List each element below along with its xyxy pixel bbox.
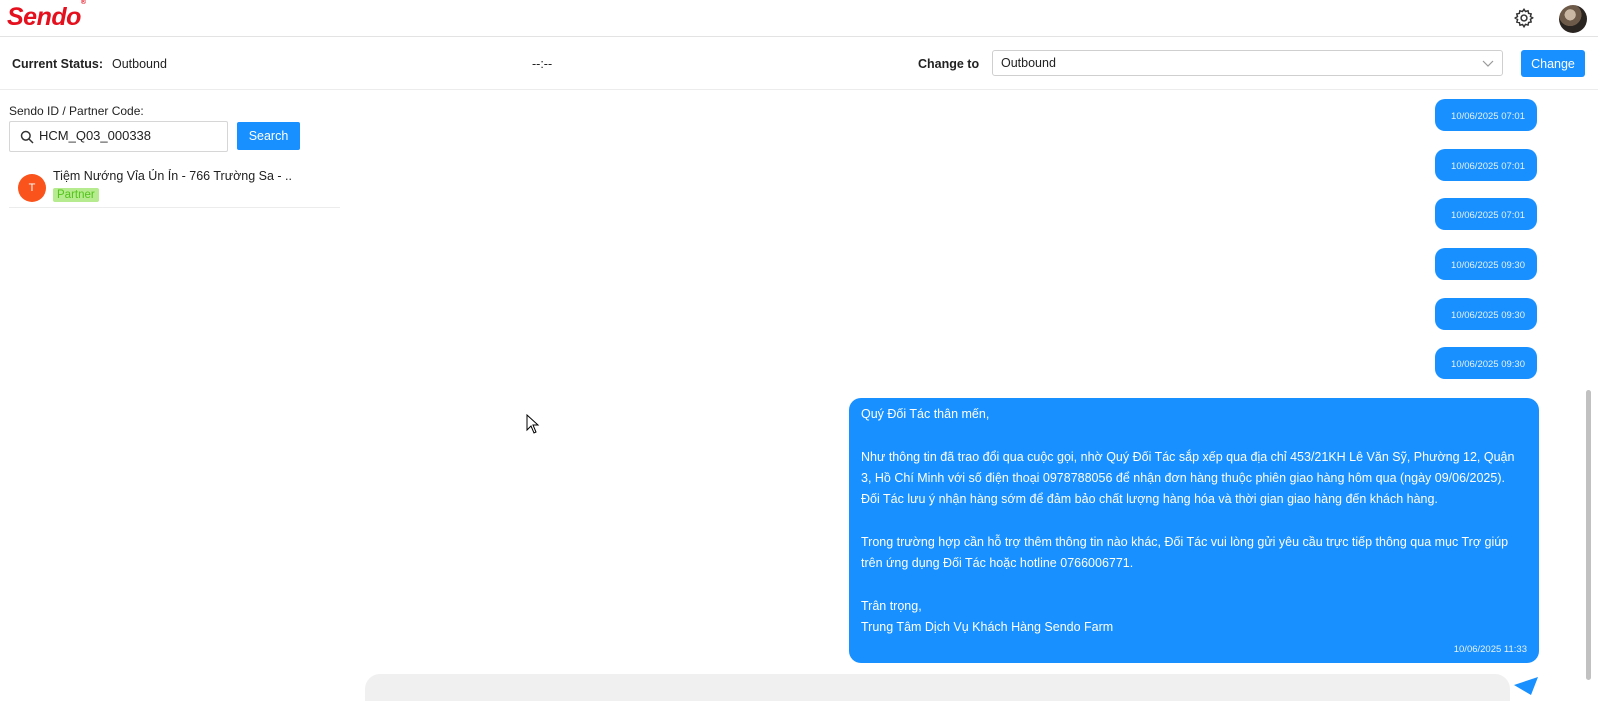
change-to-label: Change to [918,57,980,71]
user-avatar[interactable] [1559,5,1587,33]
message-bubble: 10/06/2025 07:01 [1435,198,1537,230]
message-timestamp: 10/06/2025 09:30 [1451,260,1525,271]
partner-result-item[interactable]: T Tiệm Nướng Vỉa Ủn Ỉn - 766 Trường Sa -… [9,164,340,208]
search-panel: Sendo ID / Partner Code: Search T Tiệm N… [0,90,340,701]
top-bar: Sendo® [0,0,1598,37]
call-timer: --:-- [532,57,553,71]
message-bubble: 10/06/2025 09:30 [1435,347,1537,379]
message-line: trên ứng dụng Đối Tác hoặc hotline 07660… [861,556,1134,570]
mouse-cursor-icon [526,414,540,434]
status-select-value: Outbound [1001,56,1056,70]
message-line: Trân trọng, [861,599,922,613]
message-input[interactable] [365,674,1510,701]
search-input[interactable] [39,128,219,143]
message-timestamp: 10/06/2025 11:33 [1453,644,1527,655]
message-line: Quý Đối Tác thân mến, [861,407,990,421]
chat-scrollbar[interactable] [1586,390,1591,680]
message-timestamp: 10/06/2025 07:01 [1451,111,1525,122]
partner-tag: Partner [53,188,99,202]
search-field[interactable] [9,121,228,152]
gear-icon[interactable] [1513,7,1535,29]
message-line: Trong trường hợp cần hỗ trợ thêm thông t… [861,535,1509,549]
message-timestamp: 10/06/2025 07:01 [1451,210,1525,221]
chevron-down-icon [1482,60,1494,67]
message-line: Đối Tác lưu ý nhận hàng sớm để đảm bảo c… [861,492,1438,506]
sendo-logo[interactable]: Sendo® [7,0,86,32]
message-bubble: 10/06/2025 07:01 [1435,99,1537,131]
change-button[interactable]: Change [1521,50,1585,77]
message-bubble: 10/06/2025 07:01 [1435,149,1537,181]
partner-name: Tiệm Nướng Vỉa Ủn Ỉn - 766 Trường Sa - .… [53,169,293,183]
sendo-id-label: Sendo ID / Partner Code: [9,104,144,118]
partner-avatar: T [18,174,46,202]
message-bubble: 10/06/2025 09:30 [1435,248,1537,280]
message-timestamp: 10/06/2025 07:01 [1451,161,1525,172]
status-bar: Current Status: Outbound --:-- Change to… [0,37,1598,90]
search-button[interactable]: Search [237,122,300,150]
message-timestamp: 10/06/2025 09:30 [1451,359,1525,370]
search-icon [20,130,34,144]
message-timestamp: 10/06/2025 09:30 [1451,310,1525,321]
message-line: Như thông tin đã trao đổi qua cuộc gọi, … [861,450,1515,464]
message-bubble-long: Quý Đối Tác thân mến, Như thông tin đã t… [849,398,1539,663]
current-status-value: Outbound [112,57,167,71]
current-status-label: Current Status: [12,57,103,71]
message-line: Trung Tâm Dịch Vụ Khách Hàng Sendo Farm [861,620,1114,634]
message-bubble: 10/06/2025 09:30 [1435,298,1537,330]
send-icon[interactable] [1511,675,1541,695]
chat-panel: 10/06/2025 07:01 10/06/2025 07:01 10/06/… [345,90,1598,701]
message-line: 3, Hồ Chí Minh với số điện thoại 0978788… [861,471,1505,485]
status-select[interactable]: Outbound [992,50,1503,76]
